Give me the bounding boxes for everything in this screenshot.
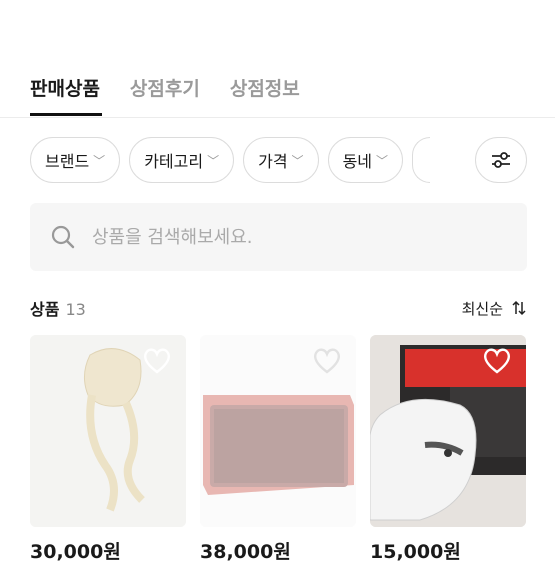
filter-label: 가격 xyxy=(258,152,288,171)
heart-icon[interactable] xyxy=(482,347,512,375)
product-price: 30,000원 xyxy=(30,541,121,563)
tab-reviews[interactable]: 상점후기 xyxy=(130,74,200,101)
filter-price[interactable]: 가격 ﹀ xyxy=(243,137,319,183)
tab-store-info[interactable]: 상점정보 xyxy=(230,74,300,101)
sort-arrows-icon xyxy=(512,300,526,316)
product-card[interactable] xyxy=(370,335,526,527)
products-label: 상품 xyxy=(30,300,60,319)
product-card[interactable] xyxy=(30,335,186,527)
filter-label: 카테고리 xyxy=(144,152,204,171)
filter-neighborhood[interactable]: 동네 ﹀ xyxy=(327,137,404,183)
chevron-down-icon: ﹀ xyxy=(291,153,304,168)
product-price: 38,000원 xyxy=(200,541,291,563)
products-count-label: 상품 13 xyxy=(30,296,86,320)
chevron-down-icon: ﹀ xyxy=(93,153,106,168)
products-header: 상품 13 최신순 xyxy=(30,296,527,320)
search-bar[interactable] xyxy=(30,203,527,271)
filter-label: 브랜드 xyxy=(45,152,90,171)
sort-label: 최신순 xyxy=(461,299,503,318)
sort-button[interactable]: 최신순 xyxy=(462,298,527,319)
tab-products[interactable]: 판매상품 xyxy=(30,74,100,101)
sliders-icon xyxy=(492,152,510,168)
active-tab-indicator xyxy=(30,113,102,116)
heart-icon[interactable] xyxy=(312,347,342,375)
heart-icon[interactable] xyxy=(142,347,172,375)
product-card[interactable] xyxy=(200,335,356,527)
divider xyxy=(0,117,555,118)
filter-settings-button[interactable] xyxy=(475,137,527,183)
filter-category[interactable]: 카테고리 ﹀ xyxy=(129,137,235,183)
products-count: 13 xyxy=(65,300,86,319)
product-price: 15,000원 xyxy=(370,541,461,563)
search-icon xyxy=(51,225,75,249)
filter-brand[interactable]: 브랜드 ﹀ xyxy=(30,137,121,183)
filter-chips: 브랜드 ﹀ 카테고리 ﹀ 가격 ﹀ 동네 ﹀ xyxy=(30,137,431,183)
filter-more[interactable] xyxy=(412,137,431,183)
search-input[interactable] xyxy=(90,225,494,249)
store-tabs: 판매상품 상점후기 상점정보 xyxy=(30,74,300,101)
chevron-down-icon: ﹀ xyxy=(207,153,220,168)
filter-label: 동네 xyxy=(342,152,373,171)
chevron-down-icon: ﹀ xyxy=(376,153,389,168)
